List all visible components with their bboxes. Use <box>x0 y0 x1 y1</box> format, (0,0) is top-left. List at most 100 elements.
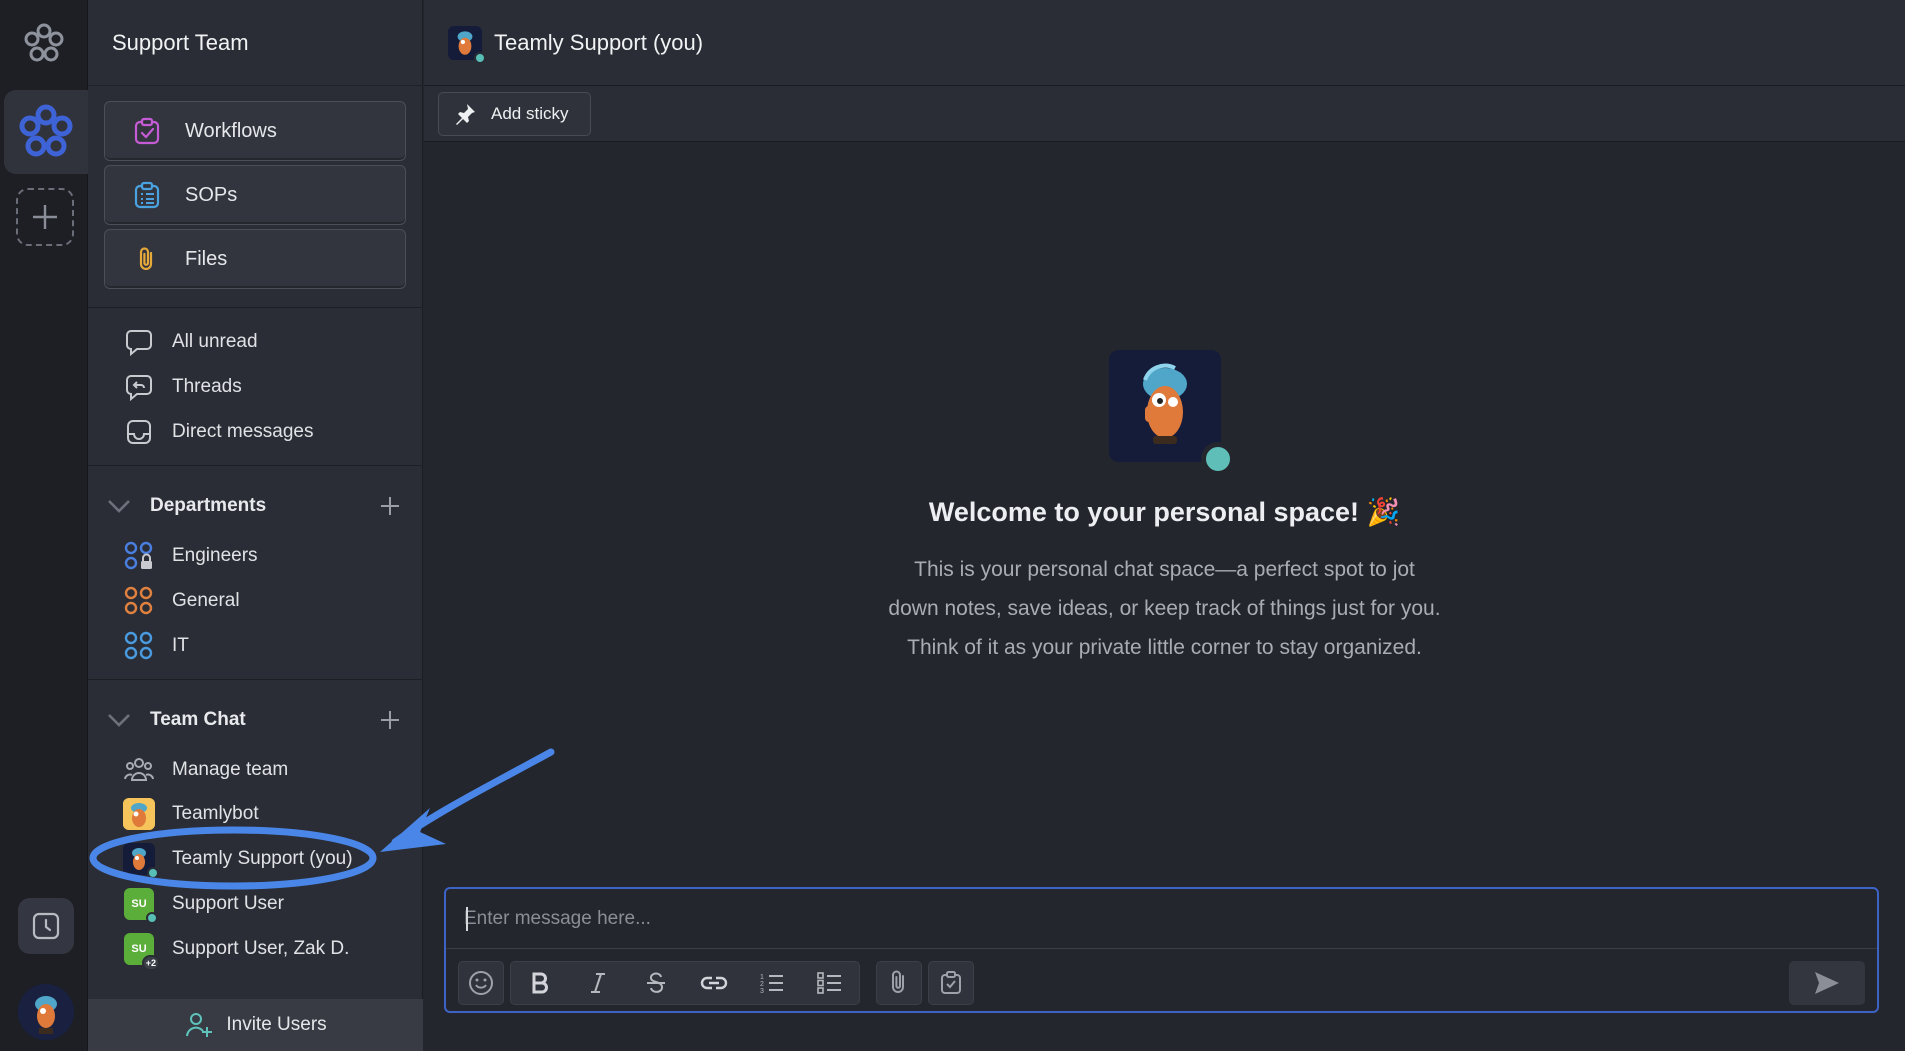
chat-bubble-icon <box>124 327 154 357</box>
bullet-list-button[interactable] <box>801 962 859 1004</box>
manage-team-label: Manage team <box>172 759 289 780</box>
bold-button[interactable] <box>511 962 569 1004</box>
channel-it[interactable]: IT <box>124 628 189 664</box>
user-avatar[interactable] <box>448 25 486 64</box>
clipboard-list-icon <box>131 179 163 211</box>
add-workspace-button[interactable] <box>16 188 74 246</box>
plus-icon <box>33 205 57 229</box>
teamly-logo-icon[interactable] <box>22 22 66 66</box>
message-input[interactable] <box>446 889 1877 949</box>
invite-users-label: Invite Users <box>226 1014 327 1035</box>
send-button[interactable] <box>1789 961 1865 1005</box>
paperclip-icon <box>892 970 904 993</box>
workflow-icon <box>131 115 163 147</box>
message-composer: 123 <box>444 887 1879 1013</box>
files-label: Files <box>185 247 228 270</box>
welcome-title: Welcome to your personal space! 🎉 <box>928 497 1401 527</box>
threads-icon <box>124 372 154 402</box>
team-icon <box>124 755 154 785</box>
profile-avatar[interactable] <box>18 984 74 1040</box>
history-button[interactable] <box>18 898 74 954</box>
chat-group-support-user-zak[interactable]: SU +2 Support User, Zak D. <box>124 931 350 971</box>
italic-icon <box>591 973 605 993</box>
nav-direct-messages[interactable]: Direct messages <box>124 414 314 450</box>
avatar: SU <box>124 888 158 924</box>
emoji-icon <box>469 971 493 995</box>
files-button[interactable]: Files <box>104 229 406 289</box>
avatar: SU +2 <box>124 933 160 971</box>
chat-teamlybot[interactable]: Teamlybot <box>123 796 259 832</box>
channel-general-label: General <box>172 590 240 611</box>
add-chat-icon[interactable] <box>376 706 404 734</box>
svg-text:1: 1 <box>760 974 764 981</box>
format-group: 123 <box>510 961 860 1005</box>
invite-users-button[interactable]: Invite Users <box>88 999 423 1051</box>
chevron-down-icon[interactable] <box>104 491 134 521</box>
workflows-label: Workflows <box>185 119 277 142</box>
chat-teamly-support-label: Teamly Support (you) <box>172 848 353 869</box>
clock-icon <box>32 912 60 940</box>
send-icon <box>1815 972 1839 994</box>
italic-button[interactable] <box>569 962 627 1004</box>
chat-teamly-support-you[interactable]: Teamly Support (you) <box>123 841 353 879</box>
chat-support-user[interactable]: SU Support User <box>124 886 284 924</box>
task-group <box>928 961 974 1005</box>
nav-all-unread[interactable]: All unread <box>124 324 258 360</box>
clipboard-check-icon <box>941 971 961 994</box>
pin-icon <box>456 104 475 125</box>
add-user-icon <box>186 1013 213 1037</box>
svg-text:2: 2 <box>760 981 764 988</box>
svg-text:3: 3 <box>760 988 764 995</box>
workspace-rail <box>0 0 88 1051</box>
chat-group-label: Support User, Zak D. <box>172 938 350 959</box>
chat-support-user-label: Support User <box>172 893 284 914</box>
online-status-icon <box>147 867 159 879</box>
welcome-section: Welcome to your personal space! 🎉 This i… <box>424 350 1905 667</box>
link-button[interactable] <box>685 962 743 1004</box>
welcome-line: down notes, save ideas, or keep track of… <box>888 597 1441 620</box>
manage-team[interactable]: Manage team <box>124 752 288 788</box>
nav-threads[interactable]: Threads <box>124 369 242 405</box>
chat-title: Teamly Support (you) <box>494 29 704 55</box>
online-status-icon <box>474 51 486 64</box>
personal-space-avatar <box>1108 350 1235 476</box>
channel-icon <box>124 631 154 661</box>
nav-threads-label: Threads <box>172 376 242 397</box>
sidebar: Support Team Workflows SOPs Files All un… <box>88 0 423 1051</box>
divider <box>88 465 423 466</box>
emoji-button[interactable] <box>459 962 503 1004</box>
app-window: Support Team Workflows SOPs Files All un… <box>0 0 1905 1051</box>
emoji-group <box>458 961 504 1005</box>
channel-general[interactable]: General <box>124 583 240 619</box>
team-chat-title: Team Chat <box>150 709 246 730</box>
strikethrough-icon <box>647 972 665 993</box>
numbered-list-icon: 123 <box>760 974 783 995</box>
welcome-text: This is your personal chat space—a perfe… <box>424 550 1905 667</box>
online-status-icon <box>146 912 158 924</box>
sticky-bar: Add sticky <box>424 86 1905 142</box>
workflows-button[interactable]: Workflows <box>104 101 406 161</box>
chat-teamlybot-label: Teamlybot <box>172 803 259 824</box>
add-department-icon[interactable] <box>376 492 404 520</box>
strikethrough-button[interactable] <box>627 962 685 1004</box>
online-status-icon <box>1200 442 1235 476</box>
workspace-name[interactable]: Support Team <box>88 0 422 86</box>
attach-task-button[interactable] <box>929 962 973 1004</box>
workspace-support-team[interactable] <box>4 90 88 174</box>
nav-direct-messages-label: Direct messages <box>172 421 314 442</box>
numbered-list-button[interactable]: 123 <box>743 962 801 1004</box>
inbox-icon <box>124 417 154 447</box>
departments-title: Departments <box>150 495 267 516</box>
divider <box>88 307 423 308</box>
sops-button[interactable]: SOPs <box>104 165 406 225</box>
team-chat-header[interactable]: Team Chat <box>104 702 404 738</box>
bullet-list-icon <box>817 972 841 994</box>
chevron-down-icon[interactable] <box>104 705 134 735</box>
departments-header[interactable]: Departments <box>104 488 404 524</box>
channel-icon <box>124 586 154 616</box>
avatar-initials: SU <box>131 898 147 910</box>
attach-file-button[interactable] <box>877 962 921 1004</box>
channel-engineers[interactable]: Engineers <box>124 538 258 574</box>
text-caret <box>466 907 468 931</box>
add-sticky-button[interactable]: Add sticky <box>438 92 592 136</box>
